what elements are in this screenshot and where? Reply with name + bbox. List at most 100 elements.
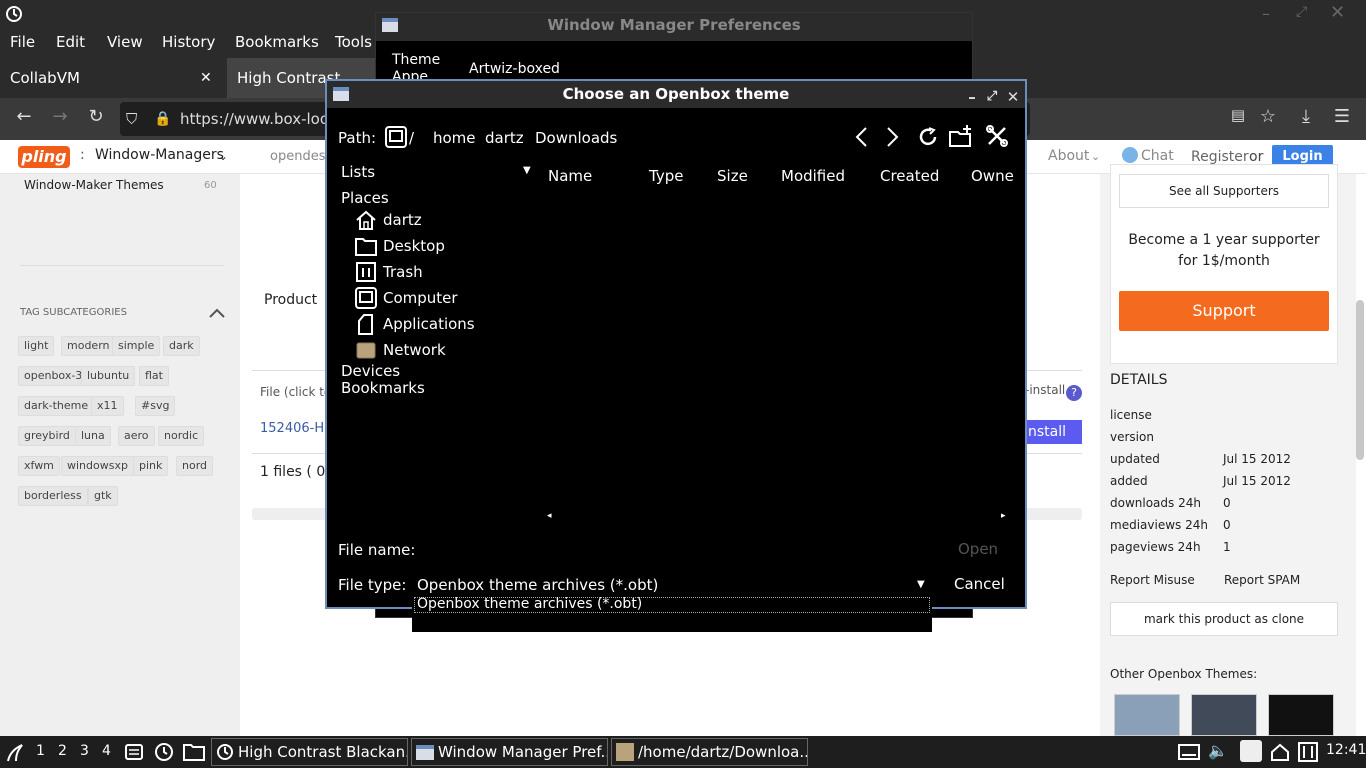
theme-thumbnail[interactable] [1191, 694, 1257, 736]
back-icon[interactable]: ← [12, 106, 36, 127]
maximize-icon[interactable]: ⤢ [1296, 4, 1307, 20]
file-manager-icon[interactable] [183, 742, 205, 762]
sidebar-item-window-maker-themes[interactable]: Window-Maker Themes [24, 178, 164, 192]
menu-history[interactable]: History [162, 33, 215, 51]
register-link[interactable]: Register [1191, 149, 1249, 165]
tools-icon[interactable] [985, 124, 1011, 148]
file-type-select[interactable]: Openbox theme archives (*.obt) [417, 576, 658, 594]
theme-thumbnail[interactable] [1268, 694, 1334, 736]
close-tab-icon[interactable]: ✕ [200, 58, 212, 98]
cancel-button[interactable]: Cancel [954, 575, 1005, 593]
scroll-left-icon[interactable]: ◂ [547, 511, 552, 521]
menu-edit[interactable]: Edit [56, 33, 85, 51]
tag-gtk[interactable]: gtk [88, 486, 118, 506]
tag-windowsxp[interactable]: windowsxp [61, 456, 134, 476]
dropdown-arrow-icon[interactable]: ▼ [523, 165, 531, 176]
open-button[interactable]: Open [958, 540, 998, 558]
close-icon[interactable]: ✕ [1330, 2, 1345, 23]
reload-icon[interactable] [917, 126, 939, 148]
crumb-dartz[interactable]: dartz [485, 129, 524, 147]
settings-icon[interactable] [1298, 742, 1318, 762]
column-name[interactable]: Name [548, 167, 592, 185]
forward-icon[interactable]: → [48, 106, 72, 127]
scroll-right-icon[interactable]: ▸ [1001, 511, 1006, 521]
browser-launcher-icon[interactable] [154, 742, 174, 762]
bookmark-star-icon[interactable]: ☆ [1256, 106, 1280, 127]
tag-dark-theme[interactable]: dark-theme [18, 396, 95, 416]
minimize-icon[interactable]: – [1262, 4, 1270, 23]
tab-collabvm[interactable]: CollabVM ✕ [0, 58, 225, 98]
support-button[interactable]: Support [1119, 291, 1329, 331]
keyboard-icon[interactable] [1178, 743, 1200, 761]
file-name-input[interactable] [415, 537, 845, 563]
tag-xfwm[interactable]: xfwm [18, 456, 60, 476]
tag-nord[interactable]: nord [176, 456, 214, 476]
tag-nordic[interactable]: nordic [158, 426, 205, 446]
shield-icon[interactable]: ⛉ [126, 102, 137, 136]
clipboard-icon[interactable] [1240, 740, 1262, 762]
workspace-1[interactable]: 1 [36, 743, 45, 759]
task-file-dialog[interactable]: /home/dartz/Downloa... [611, 738, 808, 766]
pling-logo[interactable]: pling [18, 146, 70, 168]
place-dartz[interactable]: dartz [383, 211, 422, 229]
place-trash[interactable]: Trash [383, 263, 423, 281]
column-type[interactable]: Type [649, 167, 683, 185]
tag-pink[interactable]: pink [133, 456, 169, 476]
help-icon[interactable]: ? [1066, 385, 1082, 401]
tag-borderless[interactable]: borderless [18, 486, 88, 506]
file-link[interactable]: 152406-H [260, 421, 324, 436]
report-spam-link[interactable]: Report SPAM [1224, 573, 1300, 587]
place-applications[interactable]: Applications [383, 315, 475, 333]
network-status-icon[interactable] [1270, 742, 1290, 762]
tag-dark[interactable]: dark [163, 336, 200, 356]
menu-bookmarks[interactable]: Bookmarks [235, 33, 319, 51]
start-menu-icon[interactable] [4, 741, 26, 763]
show-desktop-icon[interactable] [124, 742, 144, 762]
theme-thumbnail[interactable] [1114, 694, 1180, 736]
volume-icon[interactable]: 🔈 [1208, 741, 1228, 760]
crumb-downloads[interactable]: Downloads [535, 129, 617, 147]
product-tab[interactable]: Product [264, 292, 317, 308]
reload-icon[interactable]: ↻ [84, 106, 108, 127]
menu-file[interactable]: File [10, 33, 35, 51]
mark-clone-button[interactable]: mark this product as clone [1110, 602, 1338, 636]
tag-flat[interactable]: flat [139, 366, 169, 386]
back-icon[interactable] [853, 126, 871, 148]
place-computer[interactable]: Computer [383, 289, 458, 307]
tag-luna[interactable]: luna [75, 426, 111, 446]
minimize-icon[interactable]: – [963, 84, 981, 110]
crumb-home[interactable]: home [433, 129, 476, 147]
tag-svg[interactable]: #svg [135, 396, 176, 416]
tag-aero[interactable]: aero [118, 426, 155, 446]
menu-tools[interactable]: Tools [335, 33, 372, 51]
column-created[interactable]: Created [880, 167, 939, 185]
workspace-3[interactable]: 3 [80, 743, 89, 759]
page-scrollbar[interactable] [1356, 300, 1364, 460]
see-all-supporters-button[interactable]: See all Supporters [1119, 174, 1329, 208]
workspace-2[interactable]: 2 [58, 743, 67, 759]
forward-icon[interactable] [883, 126, 901, 148]
tag-x11[interactable]: x11 [91, 396, 124, 416]
tag-openbox-3[interactable]: openbox-3 [18, 366, 89, 386]
chevron-up-icon[interactable] [208, 307, 226, 319]
tag-greybird[interactable]: greybird [18, 426, 76, 446]
dropdown-arrow-icon[interactable]: ▼ [917, 579, 925, 590]
new-folder-icon[interactable] [948, 124, 974, 148]
close-icon[interactable]: ✕ [1004, 84, 1022, 110]
download-icon[interactable]: ⤓ [1294, 106, 1318, 127]
chat-link[interactable]: Chat [1141, 148, 1174, 164]
nav-partial[interactable]: opendes [270, 149, 325, 164]
install-button[interactable]: nstall [1026, 420, 1082, 444]
tag-simple[interactable]: simple [112, 336, 161, 356]
menu-view[interactable]: View [107, 33, 143, 51]
tag-light[interactable]: light [18, 336, 55, 356]
hamburger-menu-icon[interactable]: ☰ [1330, 106, 1354, 127]
path-root[interactable]: / [409, 129, 414, 147]
column-size[interactable]: Size [717, 167, 748, 185]
workspace-4[interactable]: 4 [102, 743, 111, 759]
place-desktop[interactable]: Desktop [383, 237, 445, 255]
column-modified[interactable]: Modified [781, 167, 845, 185]
theme-list-item[interactable]: Artwiz-boxed [469, 61, 560, 77]
task-browser[interactable]: High Contrast Blackan... [211, 738, 408, 766]
lists-dropdown[interactable]: Lists [341, 163, 375, 181]
